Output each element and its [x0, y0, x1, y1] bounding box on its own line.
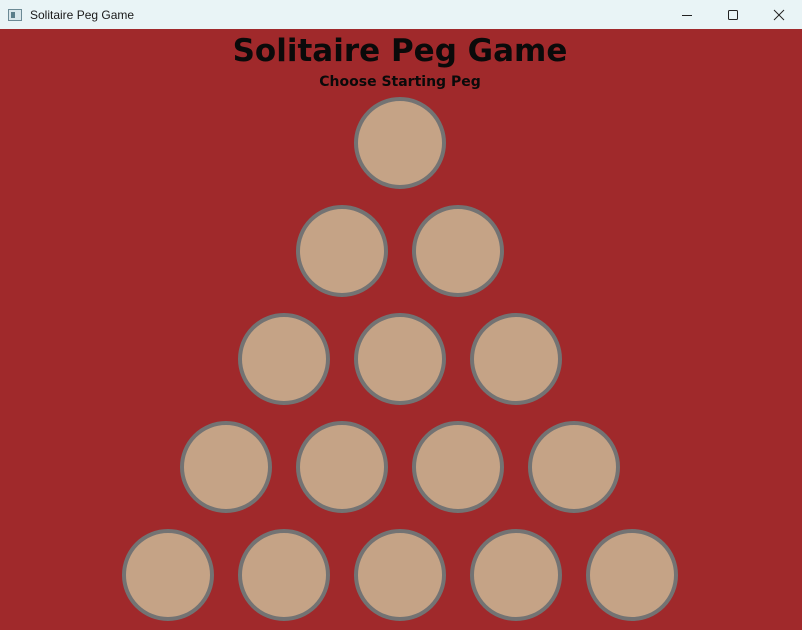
- peg-hole-r5-c3[interactable]: [354, 529, 446, 621]
- peg-hole-r3-c1[interactable]: [238, 313, 330, 405]
- peg-hole-r4-c3[interactable]: [412, 421, 504, 513]
- peg-hole-r5-c4[interactable]: [470, 529, 562, 621]
- app-window: Solitaire Peg Game Solitaire Peg Game Ch…: [0, 0, 802, 630]
- window-title: Solitaire Peg Game: [30, 7, 135, 22]
- maximize-button[interactable]: [710, 0, 756, 29]
- peg-hole-r1-c1[interactable]: [354, 97, 446, 189]
- window-controls: [664, 0, 802, 29]
- peg-hole-r2-c2[interactable]: [412, 205, 504, 297]
- close-icon: [773, 9, 785, 20]
- maximize-icon: [728, 9, 738, 20]
- title-bar[interactable]: Solitaire Peg Game: [0, 0, 802, 29]
- peg-hole-r4-c1[interactable]: [180, 421, 272, 513]
- peg-hole-r4-c2[interactable]: [296, 421, 388, 513]
- close-button[interactable]: [756, 0, 802, 29]
- minimize-button[interactable]: [664, 0, 710, 29]
- game-subtitle: Choose Starting Peg: [319, 74, 481, 90]
- app-window-icon: [8, 8, 22, 21]
- game-title: Solitaire Peg Game: [232, 33, 568, 69]
- peg-hole-r5-c5[interactable]: [586, 529, 678, 621]
- peg-hole-r3-c2[interactable]: [354, 313, 446, 405]
- peg-hole-r4-c4[interactable]: [528, 421, 620, 513]
- game-area: Solitaire Peg Game Choose Starting Peg: [0, 29, 802, 630]
- peg-hole-r3-c3[interactable]: [470, 313, 562, 405]
- peg-hole-r5-c2[interactable]: [238, 529, 330, 621]
- peg-hole-r5-c1[interactable]: [122, 529, 214, 621]
- minimize-icon: [682, 14, 692, 16]
- peg-hole-r2-c1[interactable]: [296, 205, 388, 297]
